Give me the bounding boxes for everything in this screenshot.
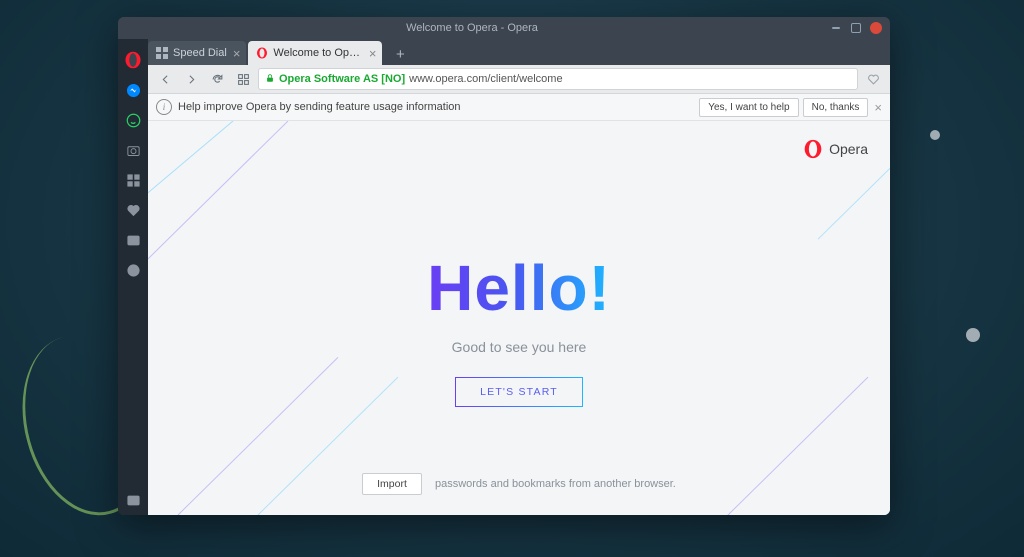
tab-label: Speed Dial — [173, 47, 227, 59]
info-bar-text: Help improve Opera by sending feature us… — [178, 101, 461, 113]
forward-button[interactable] — [180, 68, 202, 90]
info-bar: i Help improve Opera by sending feature … — [148, 94, 890, 121]
import-footer: Import passwords and bookmarks from anot… — [148, 473, 890, 495]
history-icon[interactable] — [118, 255, 148, 285]
lock-icon — [265, 73, 275, 86]
window-minimize-button[interactable] — [828, 20, 844, 36]
ev-cert-label: Opera Software AS [NO] — [279, 73, 405, 85]
tab-close-icon[interactable]: × — [369, 46, 377, 61]
window-title: Welcome to Opera - Opera — [118, 22, 826, 34]
opera-brand-label: Opera — [829, 141, 868, 157]
window-close-button[interactable] — [870, 22, 882, 34]
opera-menu-icon[interactable] — [118, 45, 148, 75]
hello-heading: Hello! — [427, 251, 611, 325]
back-button[interactable] — [154, 68, 176, 90]
import-button[interactable]: Import — [362, 473, 422, 495]
url-input[interactable]: Opera Software AS [NO] www.opera.com/cli… — [258, 68, 858, 90]
tab-strip: Speed Dial × Welcome to Opera × + — [148, 39, 890, 65]
browser-window: Welcome to Opera - Opera — [118, 17, 890, 515]
lets-start-button[interactable]: LET'S START — [455, 377, 583, 407]
address-bar: Opera Software AS [NO] www.opera.com/cli… — [148, 65, 890, 94]
opera-favicon-icon — [256, 47, 268, 59]
opera-logo-icon — [803, 139, 823, 159]
wallpaper-dot — [966, 328, 980, 342]
heart-icon[interactable] — [118, 195, 148, 225]
whatsapp-icon[interactable] — [118, 105, 148, 135]
tab-speed-dial[interactable]: Speed Dial × — [148, 41, 246, 65]
hero-subtitle: Good to see you here — [148, 339, 890, 355]
new-tab-button[interactable]: + — [388, 43, 412, 65]
info-decline-button[interactable]: No, thanks — [803, 98, 869, 117]
info-close-icon[interactable]: × — [874, 100, 882, 115]
info-accept-button[interactable]: Yes, I want to help — [699, 98, 798, 117]
info-icon: i — [156, 99, 172, 115]
window-maximize-button[interactable] — [848, 20, 864, 36]
workspaces-icon[interactable] — [118, 165, 148, 195]
snapshot-icon[interactable] — [118, 135, 148, 165]
import-caption: passwords and bookmarks from another bro… — [435, 478, 676, 490]
reload-button[interactable] — [206, 68, 228, 90]
opera-brand: Opera — [803, 139, 868, 159]
tab-close-icon[interactable]: × — [233, 46, 241, 61]
bookmark-heart-button[interactable] — [862, 68, 884, 90]
news-icon[interactable] — [118, 225, 148, 255]
wallpaper-dot — [930, 130, 940, 140]
speed-dial-button[interactable] — [232, 68, 254, 90]
messenger-icon[interactable] — [118, 75, 148, 105]
titlebar: Welcome to Opera - Opera — [118, 17, 890, 39]
sidebar-toggle-icon[interactable] — [118, 485, 148, 515]
hero: Hello! Good to see you here LET'S START — [148, 251, 890, 407]
tab-label: Welcome to Opera — [273, 47, 362, 59]
speed-dial-icon — [156, 47, 168, 59]
tab-welcome[interactable]: Welcome to Opera × — [248, 41, 382, 65]
url-text: www.opera.com/client/welcome — [409, 73, 562, 85]
sidebar — [118, 39, 148, 515]
page-content: Opera Hello! Good to see you here LET'S … — [148, 121, 890, 515]
